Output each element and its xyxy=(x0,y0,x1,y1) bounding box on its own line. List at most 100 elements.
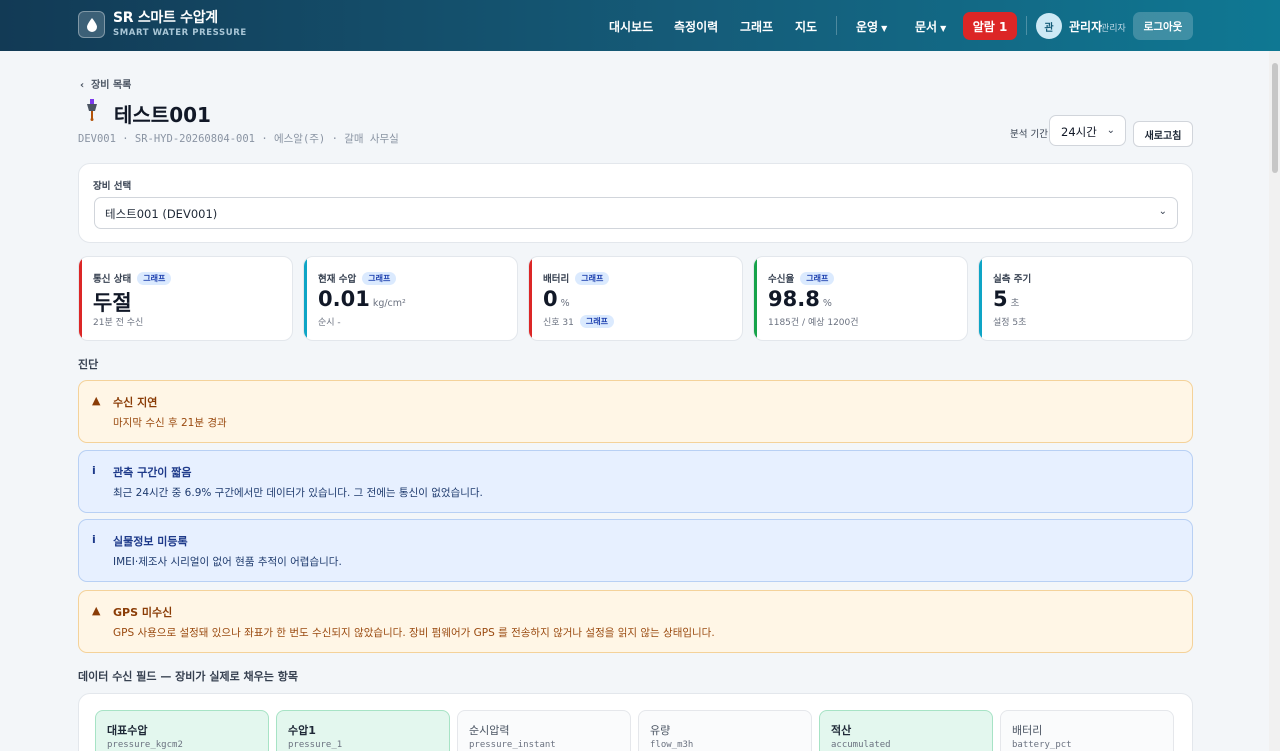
nav-divider xyxy=(1026,16,1027,35)
kpi-value: 5 xyxy=(993,287,1008,311)
chevron-down-icon: ⌄ xyxy=(1106,125,1115,136)
avatar: 관 xyxy=(1036,13,1062,39)
kpi-unit: % xyxy=(822,298,832,309)
kpi-label: 배터리 xyxy=(543,274,570,285)
kpi-label: 통신 상태 xyxy=(93,274,132,285)
field-key: pressure_instant xyxy=(469,740,556,750)
alert-message: 마지막 수신 후 21분 경과 xyxy=(113,417,227,429)
period-label: 분석 기간 xyxy=(1010,129,1048,140)
field-item: 배터리 battery_pct xyxy=(1000,710,1174,751)
device-select-card: 장비 선택 테스트001 (DEV001) ⌄ xyxy=(78,163,1193,243)
alert-title: 수신 지연 xyxy=(113,396,158,409)
brand-subtitle: SMART WATER PRESSURE xyxy=(113,28,247,39)
alert-message: GPS 사용으로 설정돼 있으나 좌표가 한 번도 수신되지 않았습니다. 장비… xyxy=(113,627,715,639)
refresh-button[interactable]: 새로고침 xyxy=(1133,121,1193,147)
device-select-label: 장비 선택 xyxy=(93,181,132,192)
kpi-label: 수신율 xyxy=(768,274,795,285)
graph-chip[interactable]: 그래프 xyxy=(800,271,835,285)
brand[interactable]: SR 스마트 수압계 SMART WATER PRESSURE xyxy=(78,11,247,38)
nav-history[interactable]: 측정이력 xyxy=(674,18,718,35)
sensor-icon xyxy=(84,99,100,125)
kpi-unit: % xyxy=(560,298,570,309)
field-name: 적산 xyxy=(831,724,852,737)
field-item: 유량 flow_m3h xyxy=(638,710,812,751)
kpi-battery: 배터리 그래프 0% 신호 31 그래프 xyxy=(528,256,743,341)
graph-chip[interactable]: 그래프 xyxy=(137,271,172,285)
graph-chip[interactable]: 그래프 xyxy=(579,315,614,328)
field-key: flow_m3h xyxy=(650,740,694,750)
chevron-down-icon: ⌄ xyxy=(1158,206,1167,217)
field-key: pressure_kgcm2 xyxy=(107,740,183,750)
nav-operations-menu[interactable]: 운영 ▼ xyxy=(856,18,887,35)
status-accent-bar xyxy=(529,257,532,340)
status-accent-bar xyxy=(754,257,757,340)
graph-chip[interactable]: 그래프 xyxy=(362,271,397,285)
alert-reception-delay: ▲ 수신 지연마지막 수신 후 21분 경과 xyxy=(78,380,1193,443)
period-select[interactable]: 24시간 ⌄ xyxy=(1049,115,1126,146)
status-accent-bar xyxy=(79,257,82,340)
info-icon: i xyxy=(92,464,96,477)
field-item: 대표수압 pressure_kgcm2 xyxy=(95,710,269,751)
kpi-subtext: 1185건 / 예상 1200건 xyxy=(768,318,859,328)
kpi-value: 98.8 xyxy=(768,287,820,311)
warning-icon: ▲ xyxy=(92,394,101,407)
alert-message: 최근 24시간 중 6.9% 구간에서만 데이터가 있습니다. 그 전에는 통신… xyxy=(113,487,483,499)
graph-chip[interactable]: 그래프 xyxy=(575,271,610,285)
period-value: 24시간 xyxy=(1061,125,1097,139)
page-scrollbar[interactable] xyxy=(1269,51,1280,751)
water-drop-icon xyxy=(78,11,105,38)
info-icon: i xyxy=(92,533,96,546)
device-select-value: 테스트001 (DEV001) xyxy=(105,207,218,221)
field-key: accumulated xyxy=(831,740,891,750)
fields-title: 데이터 수신 필드 — 장비가 실제로 채우는 항목 xyxy=(78,670,298,683)
top-navbar: SR 스마트 수압계 SMART WATER PRESSURE 대시보드 측정이… xyxy=(0,0,1280,51)
device-select[interactable]: 테스트001 (DEV001) ⌄ xyxy=(94,197,1178,229)
alert-message: IMEI·제조사 시리얼이 없어 현품 추적이 어렵습니다. xyxy=(113,556,342,568)
kpi-measure-interval: 실측 주기 5 초 설정 5초 xyxy=(978,256,1193,341)
alert-unregistered-info: i 실물정보 미등록 IMEI·제조사 시리얼이 없어 현품 추적이 어렵습니다. xyxy=(78,519,1193,582)
scroll-thumb[interactable] xyxy=(1272,63,1278,173)
field-name: 순시압력 xyxy=(469,724,510,737)
nav-operations-label: 운영 xyxy=(856,20,879,34)
back-label: 장비 목록 xyxy=(91,80,132,91)
status-accent-bar xyxy=(304,257,307,340)
field-item: 순시압력 pressure_instant xyxy=(457,710,631,751)
kpi-subtext: 신호 31 xyxy=(543,318,574,328)
alert-title: GPS 미수신 xyxy=(113,606,173,619)
alert-title: 관측 구간이 짧음 xyxy=(113,466,192,479)
kpi-label: 현재 수압 xyxy=(318,274,357,285)
field-item: 적산 accumulated xyxy=(819,710,993,751)
kpi-current-pressure: 현재 수압 그래프 0.01 kg/cm² 순시 - xyxy=(303,256,518,341)
fields-card: 대표수압 pressure_kgcm2 수압1 pressure_1 순시압력 press… xyxy=(78,693,1193,751)
nav-docs-menu[interactable]: 문서 ▼ xyxy=(915,18,946,35)
back-to-device-list[interactable]: ‹ 장비 목록 xyxy=(80,76,131,91)
kpi-reception-rate: 수신율 그래프 98.8% 1185건 / 예상 1200건 xyxy=(753,256,968,341)
warning-icon: ▲ xyxy=(92,604,101,617)
kpi-subtext: 설정 5초 xyxy=(993,318,1027,328)
user-role: 관리자 xyxy=(1101,24,1126,34)
nav-map[interactable]: 지도 xyxy=(795,18,817,35)
nav-graph[interactable]: 그래프 xyxy=(740,18,773,35)
nav-docs-label: 문서 xyxy=(915,20,938,34)
alert-gps-missing: ▲ GPS 미수신 GPS 사용으로 설정돼 있으나 좌표가 한 번도 수신되지 않… xyxy=(78,590,1193,653)
caret-down-icon: ▼ xyxy=(881,24,888,33)
kpi-subtext: 21분 전 수신 xyxy=(93,318,144,328)
kpi-value: 0.01 xyxy=(318,287,370,311)
field-key: pressure_1 xyxy=(288,740,343,750)
page-title: 테스트001 xyxy=(114,103,211,127)
kpi-unit: kg/cm² xyxy=(372,298,406,309)
logout-button[interactable]: 로그아웃 xyxy=(1133,12,1193,40)
field-name: 배터리 xyxy=(1012,724,1043,737)
kpi-connection-status: 통신 상태 그래프 두절 21분 전 수신 xyxy=(78,256,293,341)
alarm-button[interactable]: 알람 1 xyxy=(963,12,1017,40)
kpi-label: 실측 주기 xyxy=(993,274,1032,285)
alert-title: 실물정보 미등록 xyxy=(113,535,188,548)
kpi-value: 0 xyxy=(543,287,558,311)
status-accent-bar xyxy=(979,257,982,340)
kpi-subtext: 순시 - xyxy=(318,318,341,328)
nav-dashboard[interactable]: 대시보드 xyxy=(609,18,653,35)
nav-divider xyxy=(836,16,837,35)
field-name: 유량 xyxy=(650,724,671,737)
field-name: 수압1 xyxy=(288,724,316,737)
field-key: battery_pct xyxy=(1012,740,1072,750)
